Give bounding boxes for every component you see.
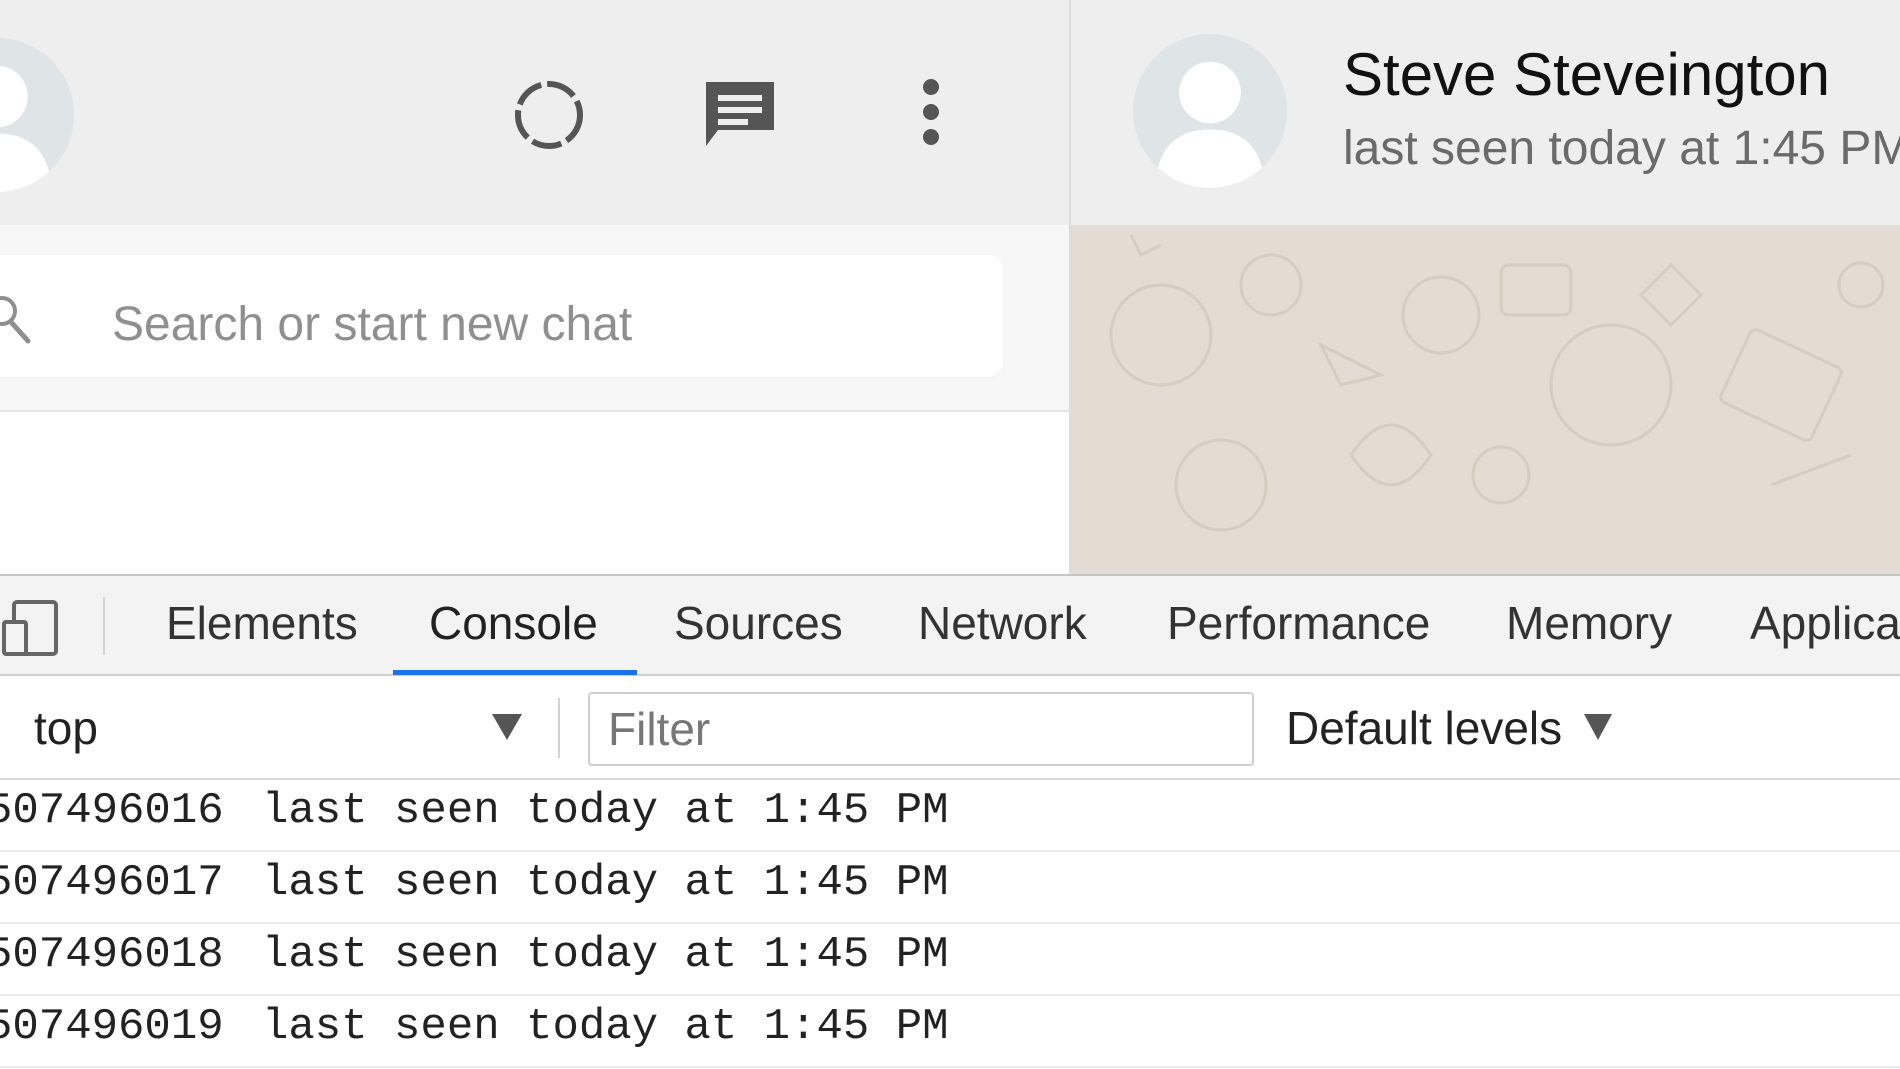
menu-icon[interactable] [917, 78, 945, 146]
console-log-row: 507496018 last seen today at 1:45 PM [0, 924, 1900, 996]
chat-list [0, 412, 1069, 574]
doodle-pattern [1109, 234, 1885, 532]
log-id: 507496018 [0, 930, 224, 980]
log-message: last seen today at 1:45 PM [262, 1002, 949, 1052]
log-levels-label: Default levels [1286, 702, 1563, 754]
chat-background [1071, 225, 1900, 574]
context-label: top [34, 702, 98, 754]
search-input[interactable] [110, 285, 994, 363]
contact-avatar[interactable] [1133, 34, 1287, 188]
filter-input[interactable] [588, 692, 1254, 766]
console-log-row: 507496017 last seen today at 1:45 PM [0, 852, 1900, 924]
tab-console[interactable]: Console [429, 596, 598, 656]
log-id: 507496016 [0, 786, 224, 836]
default-user-icon [1133, 34, 1287, 188]
context-selector[interactable]: top [0, 690, 540, 766]
log-levels-dropdown[interactable]: Default levels [1286, 690, 1646, 766]
active-tab-indicator [393, 670, 637, 675]
status-icon[interactable] [512, 78, 586, 152]
dropdown-arrow-icon [1582, 712, 1614, 742]
log-message: last seen today at 1:45 PM [262, 930, 949, 980]
tab-separator [103, 597, 105, 655]
log-id: 507496017 [0, 858, 224, 908]
tab-network[interactable]: Network [918, 596, 1087, 656]
dropdown-arrow-icon [490, 712, 524, 742]
search-icon[interactable] [0, 293, 32, 347]
log-message: last seen today at 1:45 PM [262, 858, 949, 908]
device-toolbar-icon[interactable] [2, 598, 60, 658]
toolbar-separator [558, 698, 560, 758]
console-output: 507496016 last seen today at 1:45 PM 507… [0, 780, 1900, 1069]
tab-performance[interactable]: Performance [1167, 596, 1430, 656]
contact-name[interactable]: Steve Steveington [1343, 40, 1830, 109]
contact-last-seen: last seen today at 1:45 PM [1343, 122, 1900, 175]
pane-divider [1069, 0, 1071, 574]
console-log-row: 507496016 last seen today at 1:45 PM [0, 780, 1900, 852]
log-id: 507496019 [0, 1002, 224, 1052]
console-log-row: 507496019 last seen today at 1:45 PM [0, 996, 1900, 1068]
tab-application[interactable]: Applica [1750, 596, 1900, 656]
tab-elements[interactable]: Elements [166, 596, 358, 656]
tab-memory[interactable]: Memory [1506, 596, 1672, 656]
tab-sources[interactable]: Sources [674, 596, 843, 656]
new-chat-icon[interactable] [702, 78, 778, 150]
log-message: last seen today at 1:45 PM [262, 786, 949, 836]
